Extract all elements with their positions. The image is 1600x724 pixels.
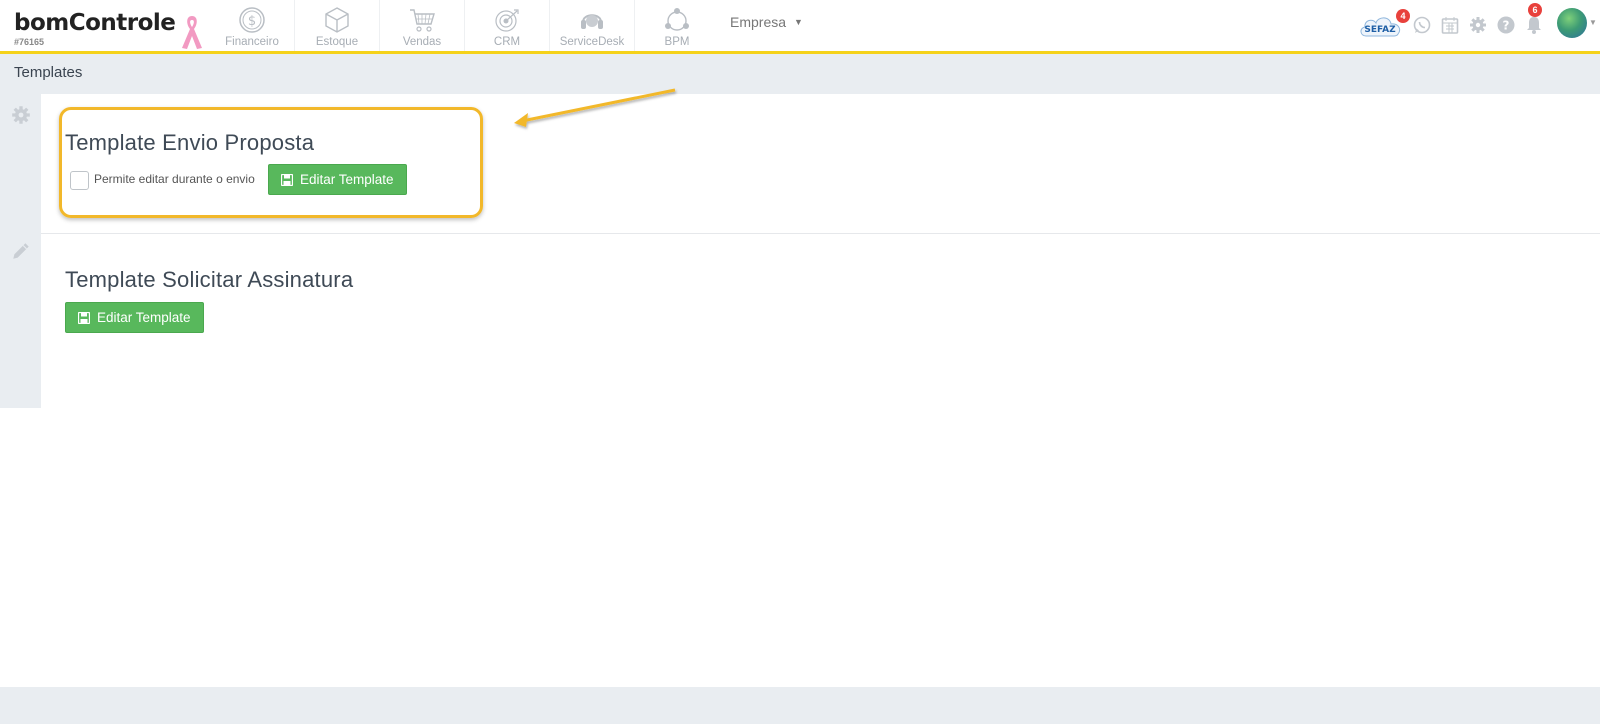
- module-label: CRM: [493, 36, 521, 48]
- gear-icon: [12, 106, 30, 124]
- calendar-icon[interactable]: [1440, 15, 1460, 35]
- side-rail: [0, 94, 41, 408]
- svg-text:?: ?: [1503, 19, 1510, 33]
- headset-icon: [581, 14, 603, 29]
- sefaz-badge: 4: [1396, 9, 1410, 23]
- brand-logo[interactable]: bomControle: [14, 10, 176, 36]
- sefaz-label: SEFAZ: [1364, 25, 1396, 35]
- module-nav: $ Financeiro Estoque Vendas CRM ServiceD…: [210, 0, 719, 51]
- page-title: Templates: [14, 64, 83, 81]
- button-label: Editar Template: [97, 310, 191, 325]
- module-estoque[interactable]: Estoque: [295, 0, 380, 51]
- module-bpm[interactable]: BPM: [635, 0, 719, 51]
- top-navigation-bar: bomControle #76165 $ Financeiro Estoque …: [0, 0, 1600, 54]
- module-crm[interactable]: CRM: [465, 0, 550, 51]
- page-footer: [0, 687, 1600, 724]
- whatsapp-icon[interactable]: [1412, 15, 1432, 35]
- avatar-caret-icon[interactable]: ▼: [1589, 18, 1597, 27]
- shopping-cart-icon: [410, 9, 435, 32]
- company-dropdown-label: Empresa: [730, 14, 787, 30]
- dollar-coin-icon: $: [239, 7, 265, 33]
- module-label: Estoque: [315, 36, 359, 48]
- user-avatar[interactable]: [1557, 8, 1587, 38]
- module-servicedesk[interactable]: ServiceDesk: [550, 0, 635, 51]
- bell-icon[interactable]: [1524, 15, 1544, 35]
- caret-down-icon: ▼: [794, 17, 803, 27]
- target-icon: [495, 9, 519, 32]
- template-solicitar-assinatura-title: Template Solicitar Assinatura: [65, 267, 354, 292]
- notifications-badge: 6: [1528, 3, 1542, 17]
- module-label: ServiceDesk: [559, 36, 625, 48]
- help-icon[interactable]: ?: [1496, 15, 1516, 35]
- module-label: Financeiro: [225, 36, 279, 48]
- annotation-highlight-box: [59, 107, 483, 218]
- account-id: #76165: [14, 37, 45, 47]
- pencil-icon: [13, 243, 29, 259]
- page-header: Templates: [0, 54, 1600, 94]
- edit-template-solicitar-assinatura-button[interactable]: Editar Template: [65, 302, 204, 333]
- company-dropdown[interactable]: Empresa ▼: [730, 14, 803, 30]
- module-label: Vendas: [402, 36, 442, 48]
- svg-text:$: $: [248, 14, 256, 29]
- module-label: BPM: [664, 36, 690, 48]
- network-icon: [665, 8, 689, 31]
- module-financeiro[interactable]: $ Financeiro: [210, 0, 295, 51]
- section-divider: [41, 233, 1600, 234]
- floppy-disk-icon: [78, 311, 90, 324]
- pink-ribbon-icon: [182, 16, 202, 49]
- box-icon: [325, 7, 349, 33]
- module-vendas[interactable]: Vendas: [380, 0, 465, 51]
- gear-icon[interactable]: [1468, 15, 1488, 35]
